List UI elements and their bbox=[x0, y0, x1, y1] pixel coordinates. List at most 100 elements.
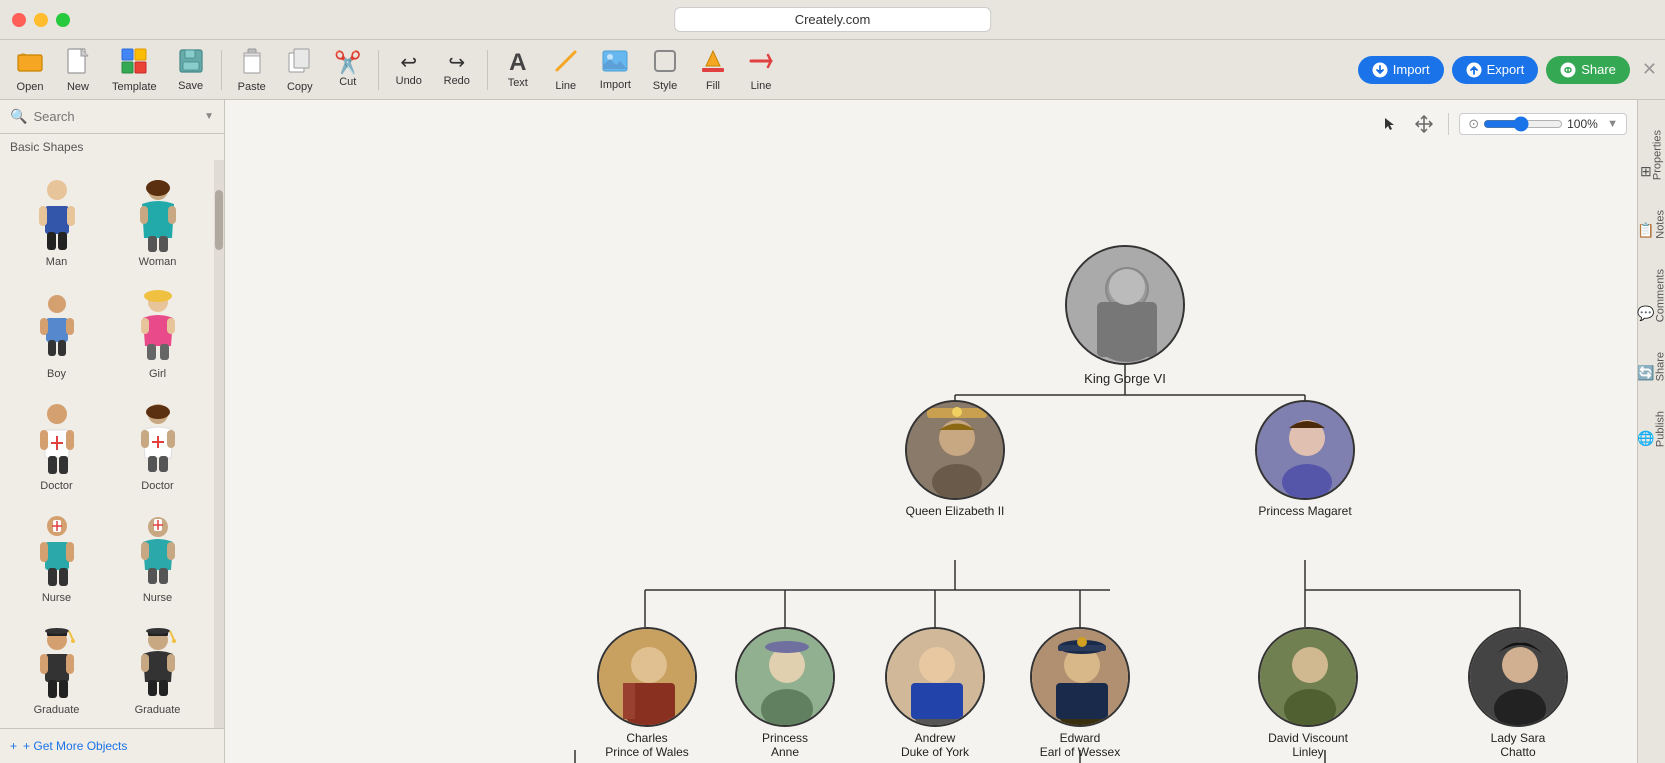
left-sidebar: 🔍 ▼ Basic Shapes bbox=[0, 100, 225, 763]
person-edward[interactable]: EdwardEarl of Wessex bbox=[1030, 627, 1130, 759]
line-style-button[interactable]: Line bbox=[739, 44, 783, 96]
shape-boy[interactable]: Boy bbox=[8, 280, 105, 388]
person-david[interactable]: David ViscountLinley bbox=[1258, 627, 1358, 759]
get-more-objects[interactable]: + + Get More Objects bbox=[0, 728, 224, 763]
search-input[interactable] bbox=[33, 109, 198, 124]
grad-female-label: Graduate bbox=[135, 704, 181, 716]
copy-label: Copy bbox=[287, 81, 313, 93]
person-andrew[interactable]: AndrewDuke of York bbox=[885, 627, 985, 759]
title-bar: Creately.com bbox=[0, 0, 1665, 40]
zoom-dropdown-icon[interactable]: ▼ bbox=[1607, 118, 1618, 130]
canvas[interactable]: ⊙ 100% ▼ bbox=[225, 100, 1637, 763]
sep-2 bbox=[378, 50, 379, 90]
save-button[interactable]: Save bbox=[169, 44, 213, 96]
shape-man[interactable]: Man bbox=[8, 168, 105, 276]
maximize-button[interactable] bbox=[56, 13, 70, 27]
import-image-button[interactable]: Import bbox=[592, 45, 639, 95]
redo-icon: ↪ bbox=[448, 53, 465, 73]
style-button[interactable]: Style bbox=[643, 44, 687, 96]
person-sara[interactable]: Lady SaraChatto bbox=[1468, 627, 1568, 759]
nurse-male-label: Nurse bbox=[42, 592, 71, 604]
window-controls[interactable] bbox=[12, 13, 70, 27]
new-icon bbox=[65, 47, 91, 79]
template-button[interactable]: Template bbox=[104, 43, 165, 97]
text-icon: A bbox=[509, 51, 526, 75]
right-sidebar: ⊞ Properties 📋 Notes 💬 Comments 🔄 Share … bbox=[1637, 100, 1665, 763]
person-queen-elizabeth[interactable]: Queen Elizabeth II bbox=[905, 400, 1005, 518]
queen-elizabeth-name: Queen Elizabeth II bbox=[906, 504, 1005, 518]
close-button[interactable] bbox=[12, 13, 26, 27]
shape-woman[interactable]: Woman bbox=[109, 168, 206, 276]
right-tab-properties[interactable]: ⊞ Properties bbox=[1636, 116, 1665, 194]
zoom-target-icon: ⊙ bbox=[1468, 116, 1479, 132]
doctor-male-label: Doctor bbox=[40, 480, 72, 492]
line-draw-icon bbox=[553, 48, 579, 78]
woman-figure bbox=[124, 176, 192, 256]
new-label: New bbox=[67, 81, 89, 93]
girl-label: Girl bbox=[149, 368, 166, 380]
select-tool[interactable] bbox=[1376, 110, 1404, 138]
princess-margaret-name: Princess Magaret bbox=[1258, 504, 1351, 518]
import-icon bbox=[1372, 62, 1388, 78]
charles-name: CharlesPrince of Wales bbox=[605, 731, 689, 759]
paste-icon bbox=[239, 47, 265, 79]
zoom-slider[interactable] bbox=[1483, 116, 1563, 132]
sep-1 bbox=[221, 50, 222, 90]
doctor-male-figure bbox=[23, 400, 91, 480]
shapes-grid: Man Woman bbox=[0, 160, 214, 728]
shape-grad-female[interactable]: Graduate bbox=[109, 616, 206, 724]
save-icon bbox=[178, 48, 204, 78]
shape-doctor-male[interactable]: Doctor bbox=[8, 392, 105, 500]
export-button[interactable]: Export bbox=[1452, 56, 1539, 84]
cut-icon: ✂️ bbox=[334, 52, 361, 74]
style-icon bbox=[652, 48, 678, 78]
sara-name: Lady SaraChatto bbox=[1491, 731, 1546, 759]
shape-grad-male[interactable]: Graduate bbox=[8, 616, 105, 724]
shape-doctor-female[interactable]: Doctor bbox=[109, 392, 206, 500]
person-anne[interactable]: PrincessAnne bbox=[735, 627, 835, 759]
export-label: Export bbox=[1487, 62, 1525, 77]
main-toolbar: Open New Template Save Paste bbox=[0, 40, 1665, 100]
url-bar[interactable]: Creately.com bbox=[674, 7, 992, 32]
person-charles[interactable]: CharlesPrince of Wales bbox=[597, 627, 697, 759]
pan-tool[interactable] bbox=[1410, 110, 1438, 138]
line-button[interactable]: Line bbox=[544, 44, 588, 96]
shape-nurse-female[interactable]: Nurse bbox=[109, 504, 206, 612]
scroll-thumb[interactable] bbox=[215, 190, 223, 250]
undo-button[interactable]: ↩ Undo bbox=[387, 49, 431, 91]
style-label: Style bbox=[653, 80, 677, 92]
right-tab-comments[interactable]: 💬 Comments bbox=[1633, 255, 1665, 336]
person-princess-margaret[interactable]: Princess Magaret bbox=[1255, 400, 1355, 518]
woman-label: Woman bbox=[139, 256, 177, 268]
new-button[interactable]: New bbox=[56, 43, 100, 97]
copy-button[interactable]: Copy bbox=[278, 43, 322, 97]
fill-icon bbox=[700, 48, 726, 78]
get-more-plus: + bbox=[10, 739, 17, 753]
line-label: Line bbox=[555, 80, 576, 92]
share-button[interactable]: Share bbox=[1546, 56, 1630, 84]
right-tab-publish[interactable]: 🌐 Publish bbox=[1633, 397, 1665, 461]
person-king-george[interactable]: King Gorge VI bbox=[1065, 245, 1185, 386]
search-dropdown-icon[interactable]: ▼ bbox=[204, 111, 214, 122]
right-tab-share[interactable]: 🔄 Share bbox=[1633, 338, 1665, 395]
shape-nurse-male[interactable]: Nurse bbox=[8, 504, 105, 612]
shape-girl[interactable]: Girl bbox=[109, 280, 206, 388]
sidebar-scrollbar[interactable] bbox=[214, 160, 224, 728]
grad-male-figure bbox=[23, 624, 91, 704]
toolbar-close-button[interactable]: ✕ bbox=[1642, 59, 1657, 80]
grad-female-figure bbox=[124, 624, 192, 704]
fill-button[interactable]: Fill bbox=[691, 44, 735, 96]
open-label: Open bbox=[17, 81, 44, 93]
minimize-button[interactable] bbox=[34, 13, 48, 27]
right-tab-notes[interactable]: 📋 Notes bbox=[1633, 196, 1665, 253]
paste-button[interactable]: Paste bbox=[230, 43, 274, 97]
zoom-controls: ⊙ 100% ▼ bbox=[1459, 113, 1627, 135]
nurse-male-figure bbox=[23, 512, 91, 592]
open-button[interactable]: Open bbox=[8, 43, 52, 97]
copy-icon bbox=[287, 47, 313, 79]
text-button[interactable]: A Text bbox=[496, 47, 540, 93]
redo-button[interactable]: ↪ Redo bbox=[435, 49, 479, 91]
cut-button[interactable]: ✂️ Cut bbox=[326, 48, 370, 92]
import-button[interactable]: Import bbox=[1358, 56, 1444, 84]
fill-label: Fill bbox=[706, 80, 720, 92]
